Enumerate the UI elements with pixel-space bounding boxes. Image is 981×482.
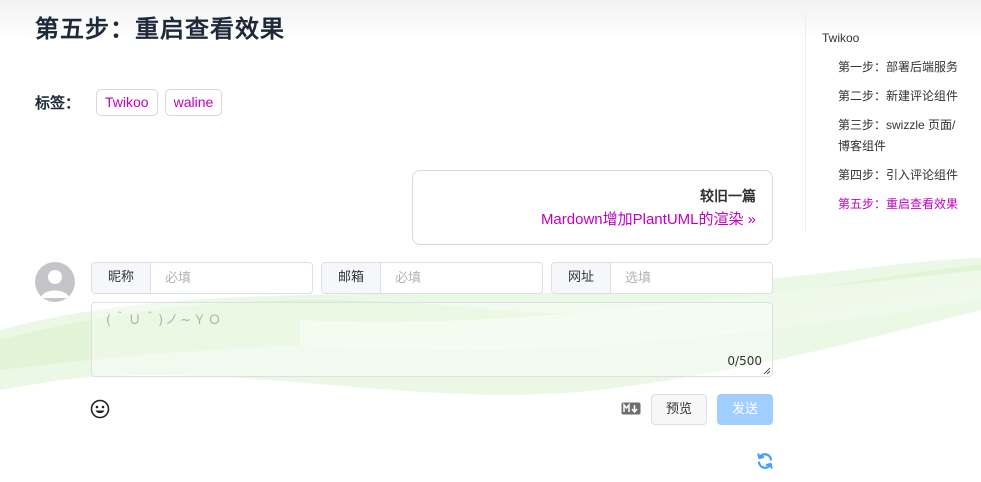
tags-row: 标签： Twikoo waline — [35, 88, 229, 116]
nickname-input[interactable] — [151, 263, 312, 293]
prev-post-label: 较旧一篇 — [700, 189, 756, 205]
tag-waline[interactable]: waline — [164, 88, 223, 116]
tag-twikoo[interactable]: Twikoo — [96, 88, 158, 116]
toc-item-step3[interactable]: 第三步：swizzle 页面/ — [838, 115, 955, 136]
refresh-icon[interactable] — [756, 452, 774, 470]
nickname-label: 昵称 — [92, 263, 151, 293]
page-heading: 第五步：重启查看效果 — [35, 15, 285, 43]
resize-grip-icon[interactable] — [763, 367, 771, 375]
website-label: 网址 — [552, 263, 611, 293]
nickname-field: 昵称 — [91, 262, 313, 294]
send-button[interactable]: 发送 — [717, 394, 773, 425]
comment-box: 0/500 — [91, 302, 773, 377]
toc-item-step4[interactable]: 第四步：引入评论组件 — [838, 165, 958, 186]
markdown-icon[interactable] — [621, 402, 641, 415]
toc-item-step5[interactable]: 第五步：重启查看效果 — [838, 194, 958, 215]
smiley-icon[interactable] — [90, 399, 110, 419]
website-field: 网址 — [551, 262, 773, 294]
email-label: 邮箱 — [322, 263, 381, 293]
table-of-contents: Twikoo 第一步：部署后端服务 第二步：新建评论组件 第三步：swizzle… — [805, 14, 981, 232]
toc-item-step2[interactable]: 第二步：新建评论组件 — [838, 86, 958, 107]
email-input[interactable] — [381, 263, 542, 293]
tags-label: 标签： — [35, 93, 81, 112]
preview-button[interactable]: 预览 — [651, 394, 707, 425]
prev-post-card[interactable]: 较旧一篇 Mardown增加PlantUML的渲染 » — [412, 170, 773, 245]
website-input[interactable] — [611, 263, 772, 293]
toc-item-step3-cont[interactable]: 博客组件 — [838, 136, 886, 157]
prev-post-link[interactable]: Mardown增加PlantUML的渲染 » — [541, 208, 756, 229]
email-field: 邮箱 — [321, 262, 543, 294]
toc-item-twikoo[interactable]: Twikoo — [822, 28, 859, 49]
toc-item-step1[interactable]: 第一步：部署后端服务 — [838, 57, 958, 78]
comment-textarea[interactable] — [92, 303, 772, 376]
user-avatar-icon — [35, 262, 75, 302]
char-counter: 0/500 — [727, 354, 762, 368]
